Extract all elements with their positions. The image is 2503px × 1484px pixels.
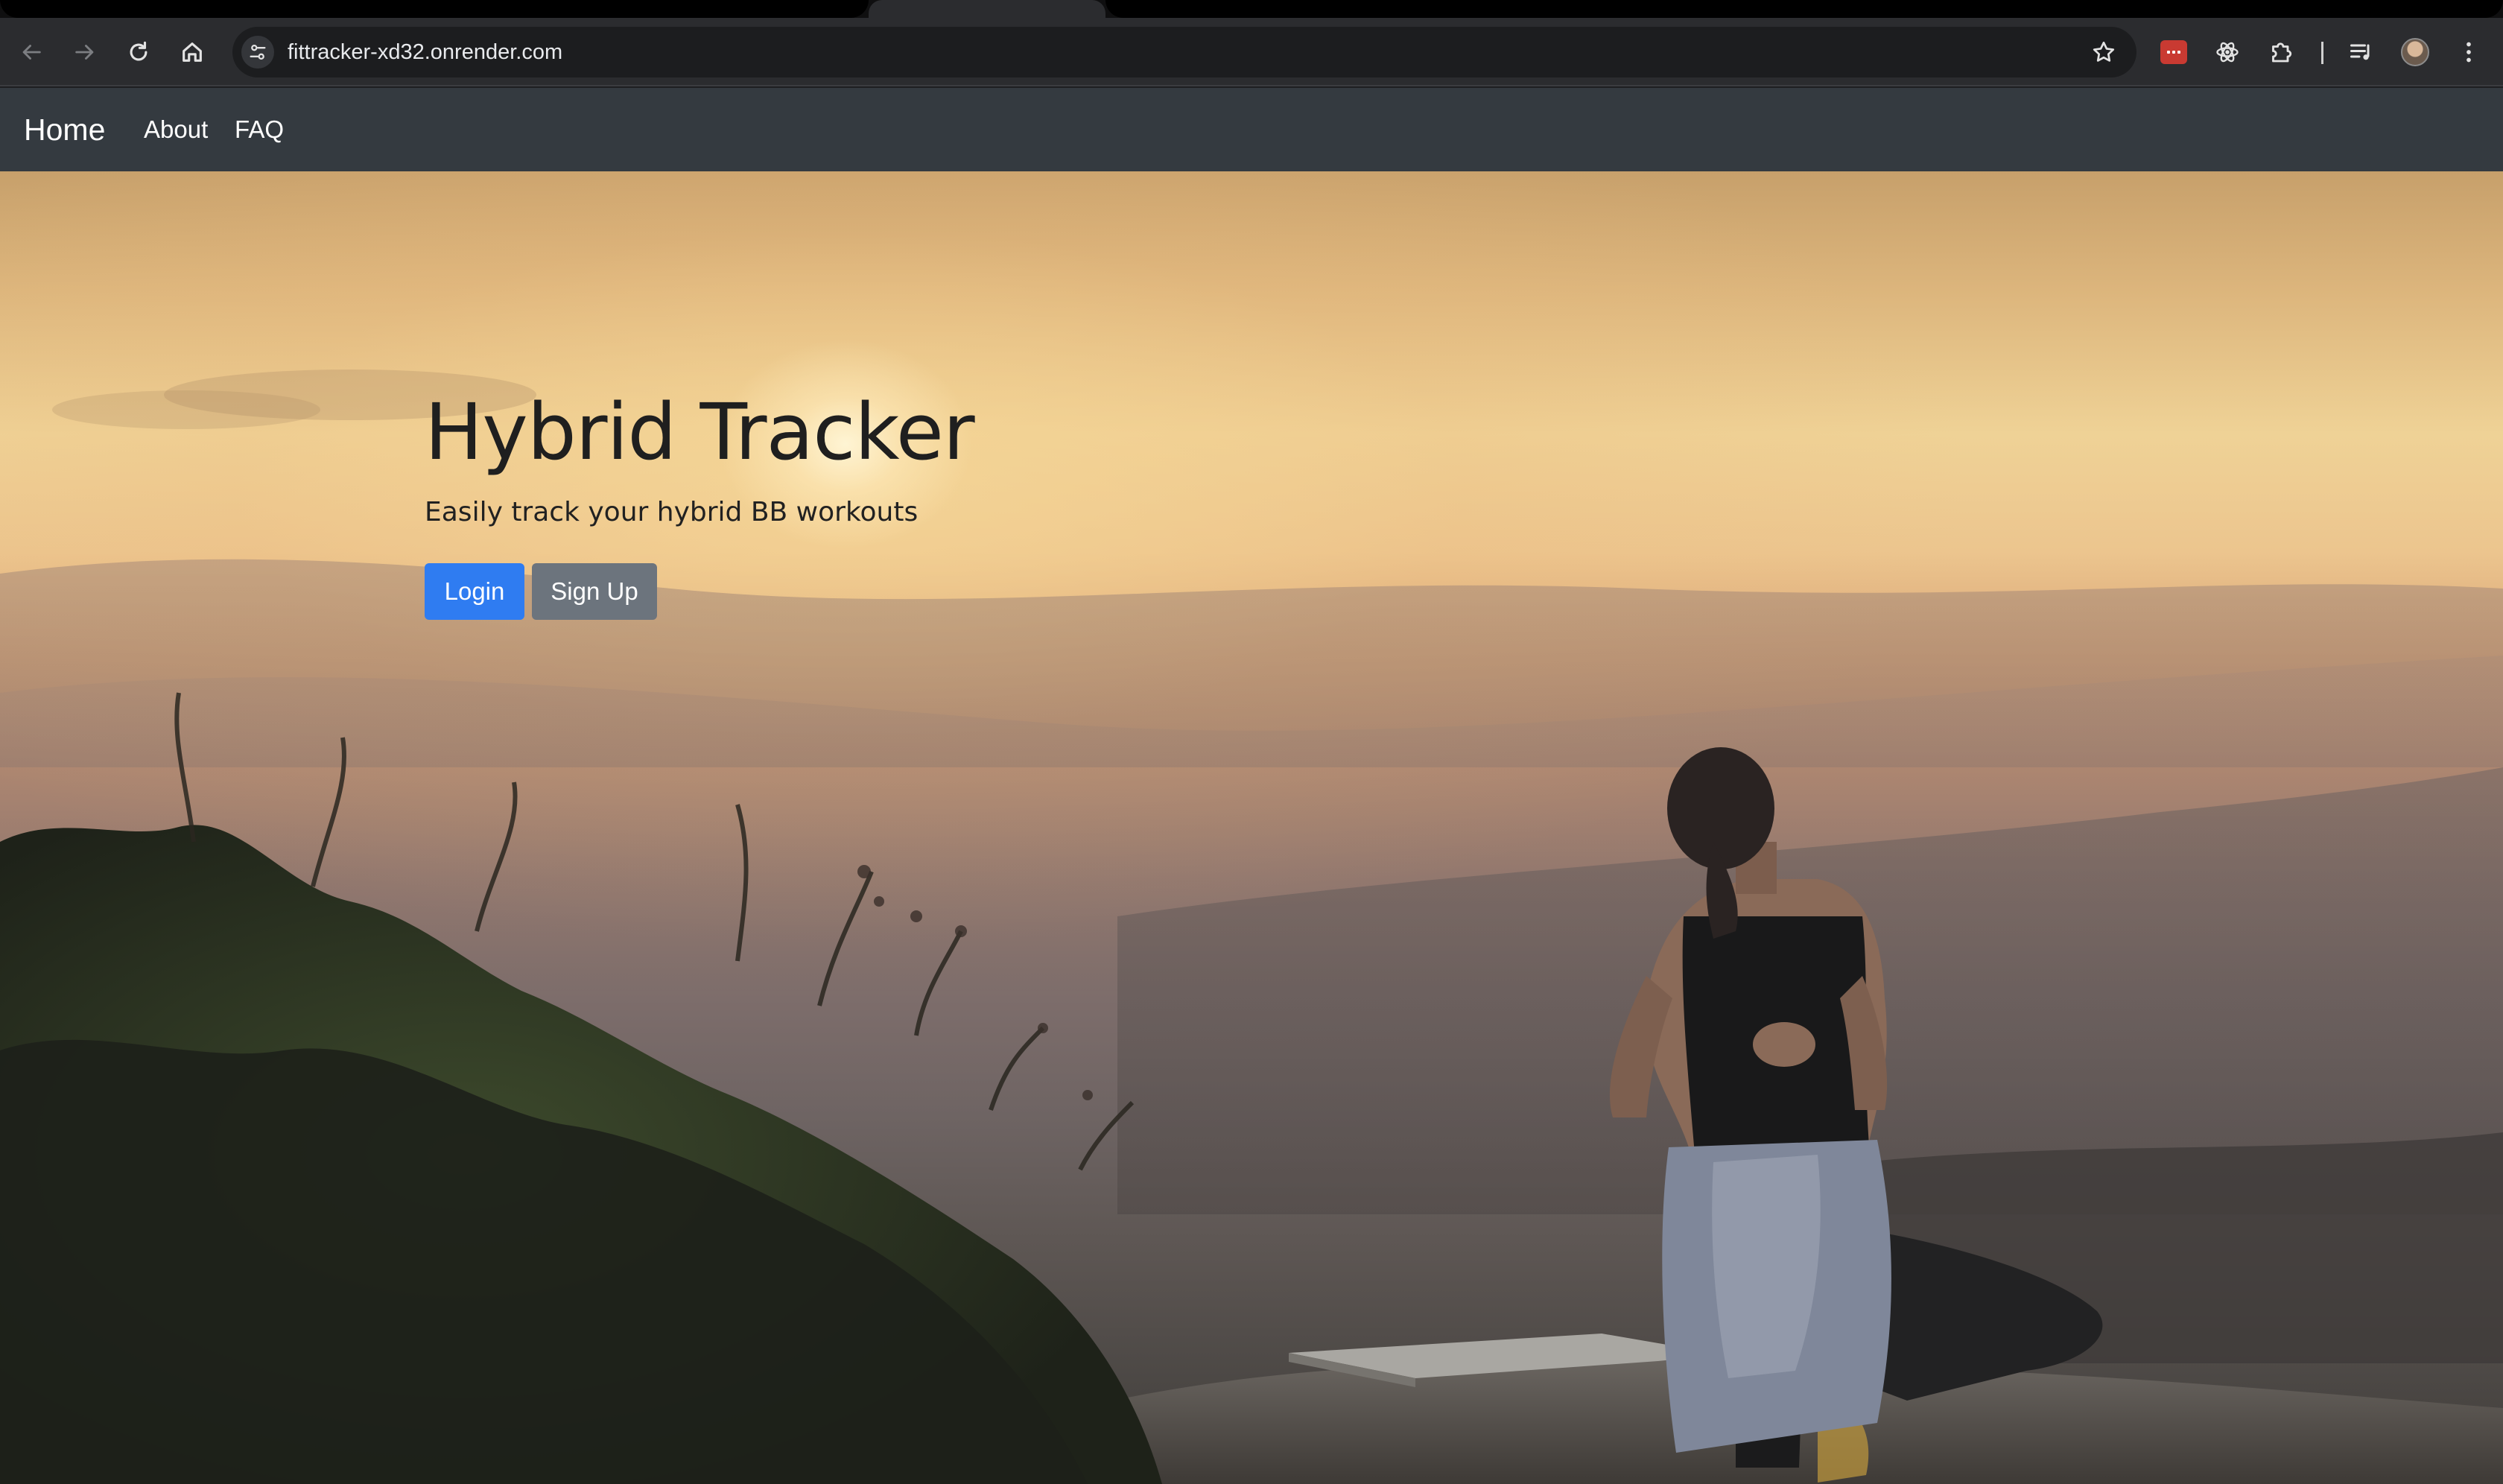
password-manager-extension[interactable] bbox=[2156, 34, 2192, 70]
back-button[interactable] bbox=[12, 33, 51, 72]
hero-subtitle: Easily track your hybrid BB workouts bbox=[425, 497, 919, 527]
arrow-right-icon bbox=[75, 45, 94, 60]
reload-icon bbox=[130, 41, 147, 61]
extensions-button[interactable] bbox=[2263, 34, 2299, 70]
tune-icon bbox=[250, 44, 266, 60]
url-text[interactable]: fittracker-xd32.onrender.com bbox=[288, 27, 562, 77]
inactive-tab[interactable] bbox=[0, 0, 869, 18]
react-devtools-extension[interactable] bbox=[2209, 34, 2245, 70]
profile-button[interactable] bbox=[2397, 34, 2433, 70]
bookmark-button[interactable] bbox=[2089, 37, 2119, 67]
nav-about-link[interactable]: About bbox=[144, 88, 208, 171]
address-bar[interactable]: fittracker-xd32.onrender.com bbox=[232, 27, 2136, 77]
hero-content: Hybrid Tracker Easily track your hybrid … bbox=[425, 171, 1468, 620]
password-manager-icon bbox=[2160, 40, 2187, 64]
star-icon bbox=[2093, 41, 2115, 62]
browser-menu-button[interactable] bbox=[2451, 34, 2487, 70]
active-tab[interactable] bbox=[869, 0, 1105, 18]
avatar bbox=[2401, 38, 2429, 66]
nav-home-link[interactable]: Home bbox=[24, 88, 105, 171]
signup-button[interactable]: Sign Up bbox=[532, 563, 657, 620]
home-icon bbox=[183, 42, 202, 62]
react-atom-icon bbox=[2216, 42, 2239, 63]
hero-title: Hybrid Tracker bbox=[425, 387, 975, 478]
page: Home About FAQ Hybrid Tracker Easily tra… bbox=[0, 88, 2503, 1484]
tab-strip bbox=[0, 0, 2503, 18]
home-button[interactable] bbox=[173, 33, 212, 72]
site-navbar: Home About FAQ bbox=[0, 88, 2503, 171]
browser-toolbar: fittracker-xd32.onrender.com bbox=[0, 18, 2503, 86]
media-controls-button[interactable] bbox=[2344, 34, 2379, 70]
inactive-tab[interactable] bbox=[1105, 0, 2503, 18]
login-button[interactable]: Login bbox=[425, 563, 524, 620]
puzzle-icon bbox=[2272, 42, 2292, 63]
hero-section: Hybrid Tracker Easily track your hybrid … bbox=[0, 171, 2503, 1484]
forward-button[interactable] bbox=[66, 33, 104, 72]
nav-faq-link[interactable]: FAQ bbox=[235, 88, 284, 171]
kebab-menu-icon bbox=[2466, 42, 2471, 63]
reload-button[interactable] bbox=[119, 33, 158, 72]
site-settings-button[interactable] bbox=[241, 36, 274, 69]
arrow-left-icon bbox=[22, 45, 41, 60]
media-queue-icon bbox=[2350, 44, 2370, 60]
toolbar-divider bbox=[2321, 42, 2323, 64]
